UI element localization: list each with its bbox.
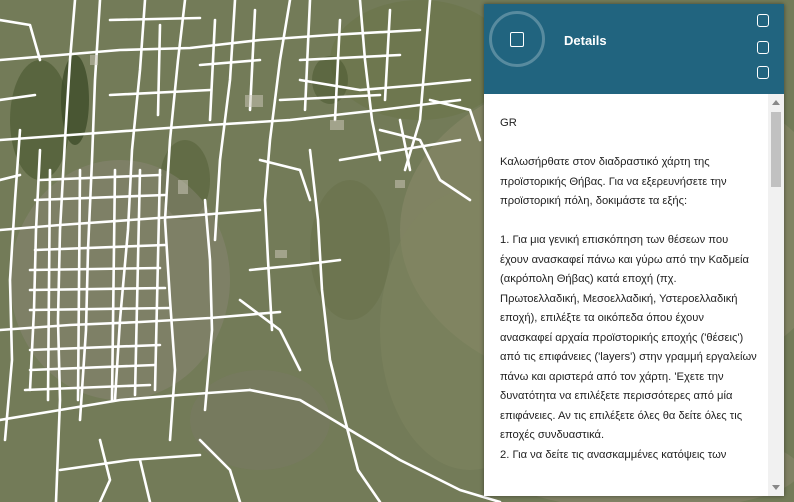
details-icon [489,11,545,67]
scroll-thumb[interactable] [771,112,781,187]
window-icon[interactable] [757,14,769,27]
scroll-up-icon[interactable] [772,100,780,105]
language-label: GR [500,117,517,129]
step-1-paragraph: 1. Για μια γενική επισκόπηση των θέσεων … [500,234,757,441]
window-icon[interactable] [757,66,769,79]
panel-title: Details [564,33,607,48]
details-panel: Details GR Καλωσήρθατε στον διαδραστικό … [484,4,784,496]
panel-header: Details [484,4,784,94]
intro-paragraph: Καλωσήρθατε στον διαδραστικό χάρτη της π… [500,156,727,207]
panel-content: GR Καλωσήρθατε στον διαδραστικό χάρτη τη… [484,94,768,496]
window-icon[interactable] [757,41,769,54]
step-2-paragraph: 2. Για να δείτε τις ανασκαμμένες κατόψει… [500,448,727,461]
scroll-down-icon[interactable] [772,485,780,490]
scrollbar[interactable] [768,94,784,496]
